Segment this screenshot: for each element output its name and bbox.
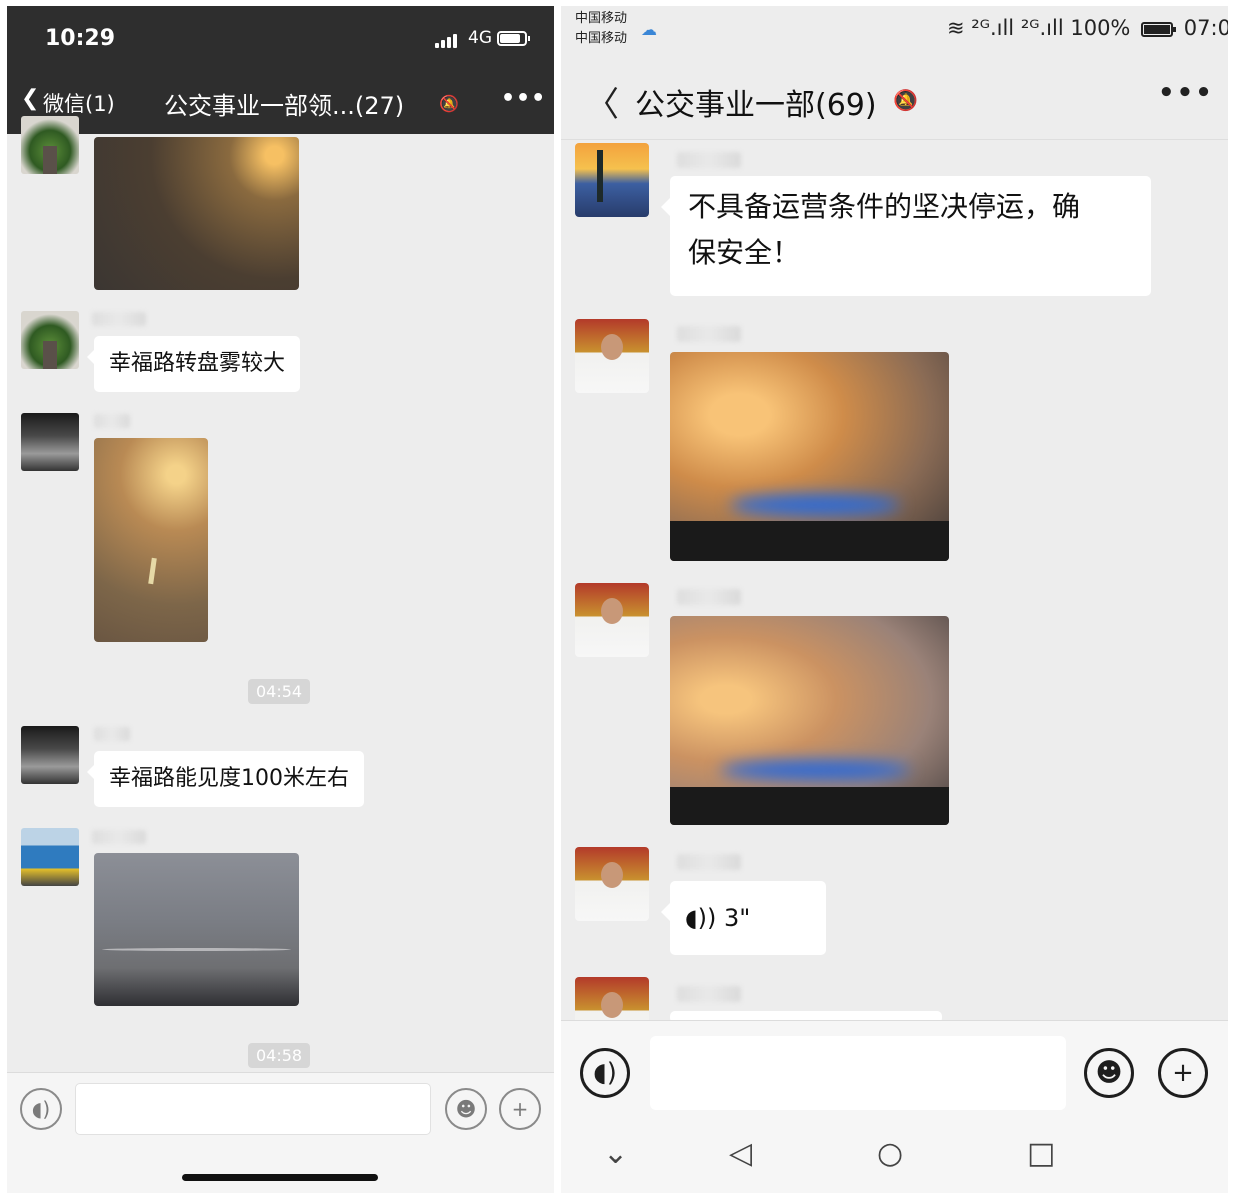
input-bar: ◖) ☻ + ⌄ ◁ ○ □ <box>561 1020 1228 1193</box>
chat-header: 〈 公交事业一部(69) 🔕 ••• <box>561 50 1228 140</box>
ios-top-bar: 10:29 4G ❮ 微信(1) 公交事业一部领...(27) 🔕 ••• <box>7 6 554 134</box>
plus-icon[interactable]: + <box>1158 1048 1208 1098</box>
signal-icon: ²ᴳ.ıll ²ᴳ.ıll <box>971 16 1064 40</box>
avatar[interactable] <box>21 413 79 471</box>
message-bubble[interactable]: 幸福路能见度100米左右 <box>87 751 364 807</box>
avatar[interactable] <box>575 583 649 657</box>
nav-home-icon[interactable]: ○ <box>877 1134 903 1174</box>
message-bubble[interactable]: 不具备运营条件的坚决停运，确 保安全！ <box>661 176 1151 296</box>
message-input[interactable] <box>650 1036 1066 1110</box>
android-nav-bar: ⌄ ◁ ○ □ <box>561 1129 1228 1193</box>
message-text-line: 不具备运营条件的坚决停运，确 <box>688 190 1081 223</box>
status-time: 07:03 <box>1183 16 1228 40</box>
android-chat-screen: 中国移动 中国移动 ☁ ≋ ²ᴳ.ıll ²ᴳ.ıll 100% 07:03 〈… <box>561 6 1228 1193</box>
hd-call-icon: ☁ <box>641 20 657 39</box>
chevron-down-icon[interactable]: ⌄ <box>603 1134 628 1174</box>
emoji-icon[interactable]: ☻ <box>1084 1048 1134 1098</box>
chat-image[interactable] <box>94 438 208 642</box>
voice-icon[interactable]: ◖) <box>580 1048 630 1098</box>
sender-name <box>94 414 130 428</box>
avatar[interactable] <box>21 311 79 369</box>
nav-recent-icon[interactable]: □ <box>1027 1134 1055 1174</box>
timestamp: 04:54 <box>248 679 311 704</box>
battery-percent: 100% <box>1070 16 1131 40</box>
sender-name <box>677 854 741 870</box>
signal-icon <box>435 32 461 48</box>
voice-wave-icon: ◖)) <box>685 904 717 932</box>
sender-name <box>92 312 146 326</box>
chat-image[interactable] <box>94 853 299 1006</box>
avatar[interactable] <box>21 116 79 174</box>
wifi-icon: ≋ <box>947 16 965 40</box>
message-bubble[interactable]: 幸福路转盘雾较大 <box>86 336 301 392</box>
avatar[interactable] <box>575 847 649 921</box>
more-dots-icon[interactable]: ••• <box>1158 78 1214 108</box>
sender-name <box>677 152 741 168</box>
voice-icon[interactable]: ◖) <box>20 1088 62 1130</box>
chat-image[interactable] <box>670 616 949 825</box>
sender-name <box>677 589 741 605</box>
back-button[interactable]: 微信(1) <box>43 88 115 118</box>
sender-name <box>92 830 146 844</box>
message-input[interactable] <box>75 1083 431 1135</box>
more-dots-icon[interactable]: ••• <box>501 86 546 111</box>
sender-name <box>677 986 741 1002</box>
avatar[interactable] <box>21 726 79 784</box>
sender-name <box>677 326 741 342</box>
home-indicator[interactable] <box>182 1174 378 1181</box>
plus-icon[interactable]: + <box>499 1088 541 1130</box>
battery-icon <box>497 31 530 46</box>
voice-message[interactable]: ◖)) 3" <box>661 881 826 955</box>
chat-image[interactable] <box>670 352 949 561</box>
carrier-label: 中国移动 <box>575 31 628 46</box>
battery-icon <box>1141 22 1177 37</box>
android-status-bar: 中国移动 中国移动 ☁ ≋ ²ᴳ.ıll ²ᴳ.ıll 100% 07:03 <box>561 6 1228 50</box>
timestamp: 04:58 <box>248 1043 311 1068</box>
avatar[interactable] <box>21 828 79 886</box>
bell-mute-icon: 🔕 <box>439 94 459 113</box>
bell-mute-icon: 🔕 <box>893 88 918 112</box>
network-type: 4G <box>468 28 492 48</box>
chevron-left-icon[interactable]: ❮ <box>21 86 39 111</box>
message-text-line: 保安全！ <box>688 236 801 269</box>
voice-duration: 3" <box>724 904 751 932</box>
nav-back-icon[interactable]: ◁ <box>729 1134 752 1174</box>
ios-chat-screen: 10:29 4G ❮ 微信(1) 公交事业一部领...(27) 🔕 ••• 幸福… <box>7 6 554 1193</box>
carrier-label: 中国移动 <box>575 11 628 26</box>
chat-title: 公交事业一部(69) <box>635 88 877 123</box>
chat-image[interactable] <box>94 137 299 290</box>
status-time: 10:29 <box>45 26 116 51</box>
avatar[interactable] <box>575 319 649 393</box>
chevron-left-icon[interactable]: 〈 <box>585 77 619 126</box>
status-right: ≋ ²ᴳ.ıll ²ᴳ.ıll 100% 07:03 <box>947 16 1228 40</box>
chat-title: 公交事业一部领...(27) <box>164 92 405 120</box>
avatar[interactable] <box>575 143 649 217</box>
emoji-icon[interactable]: ☻ <box>445 1088 487 1130</box>
sender-name <box>94 727 130 741</box>
